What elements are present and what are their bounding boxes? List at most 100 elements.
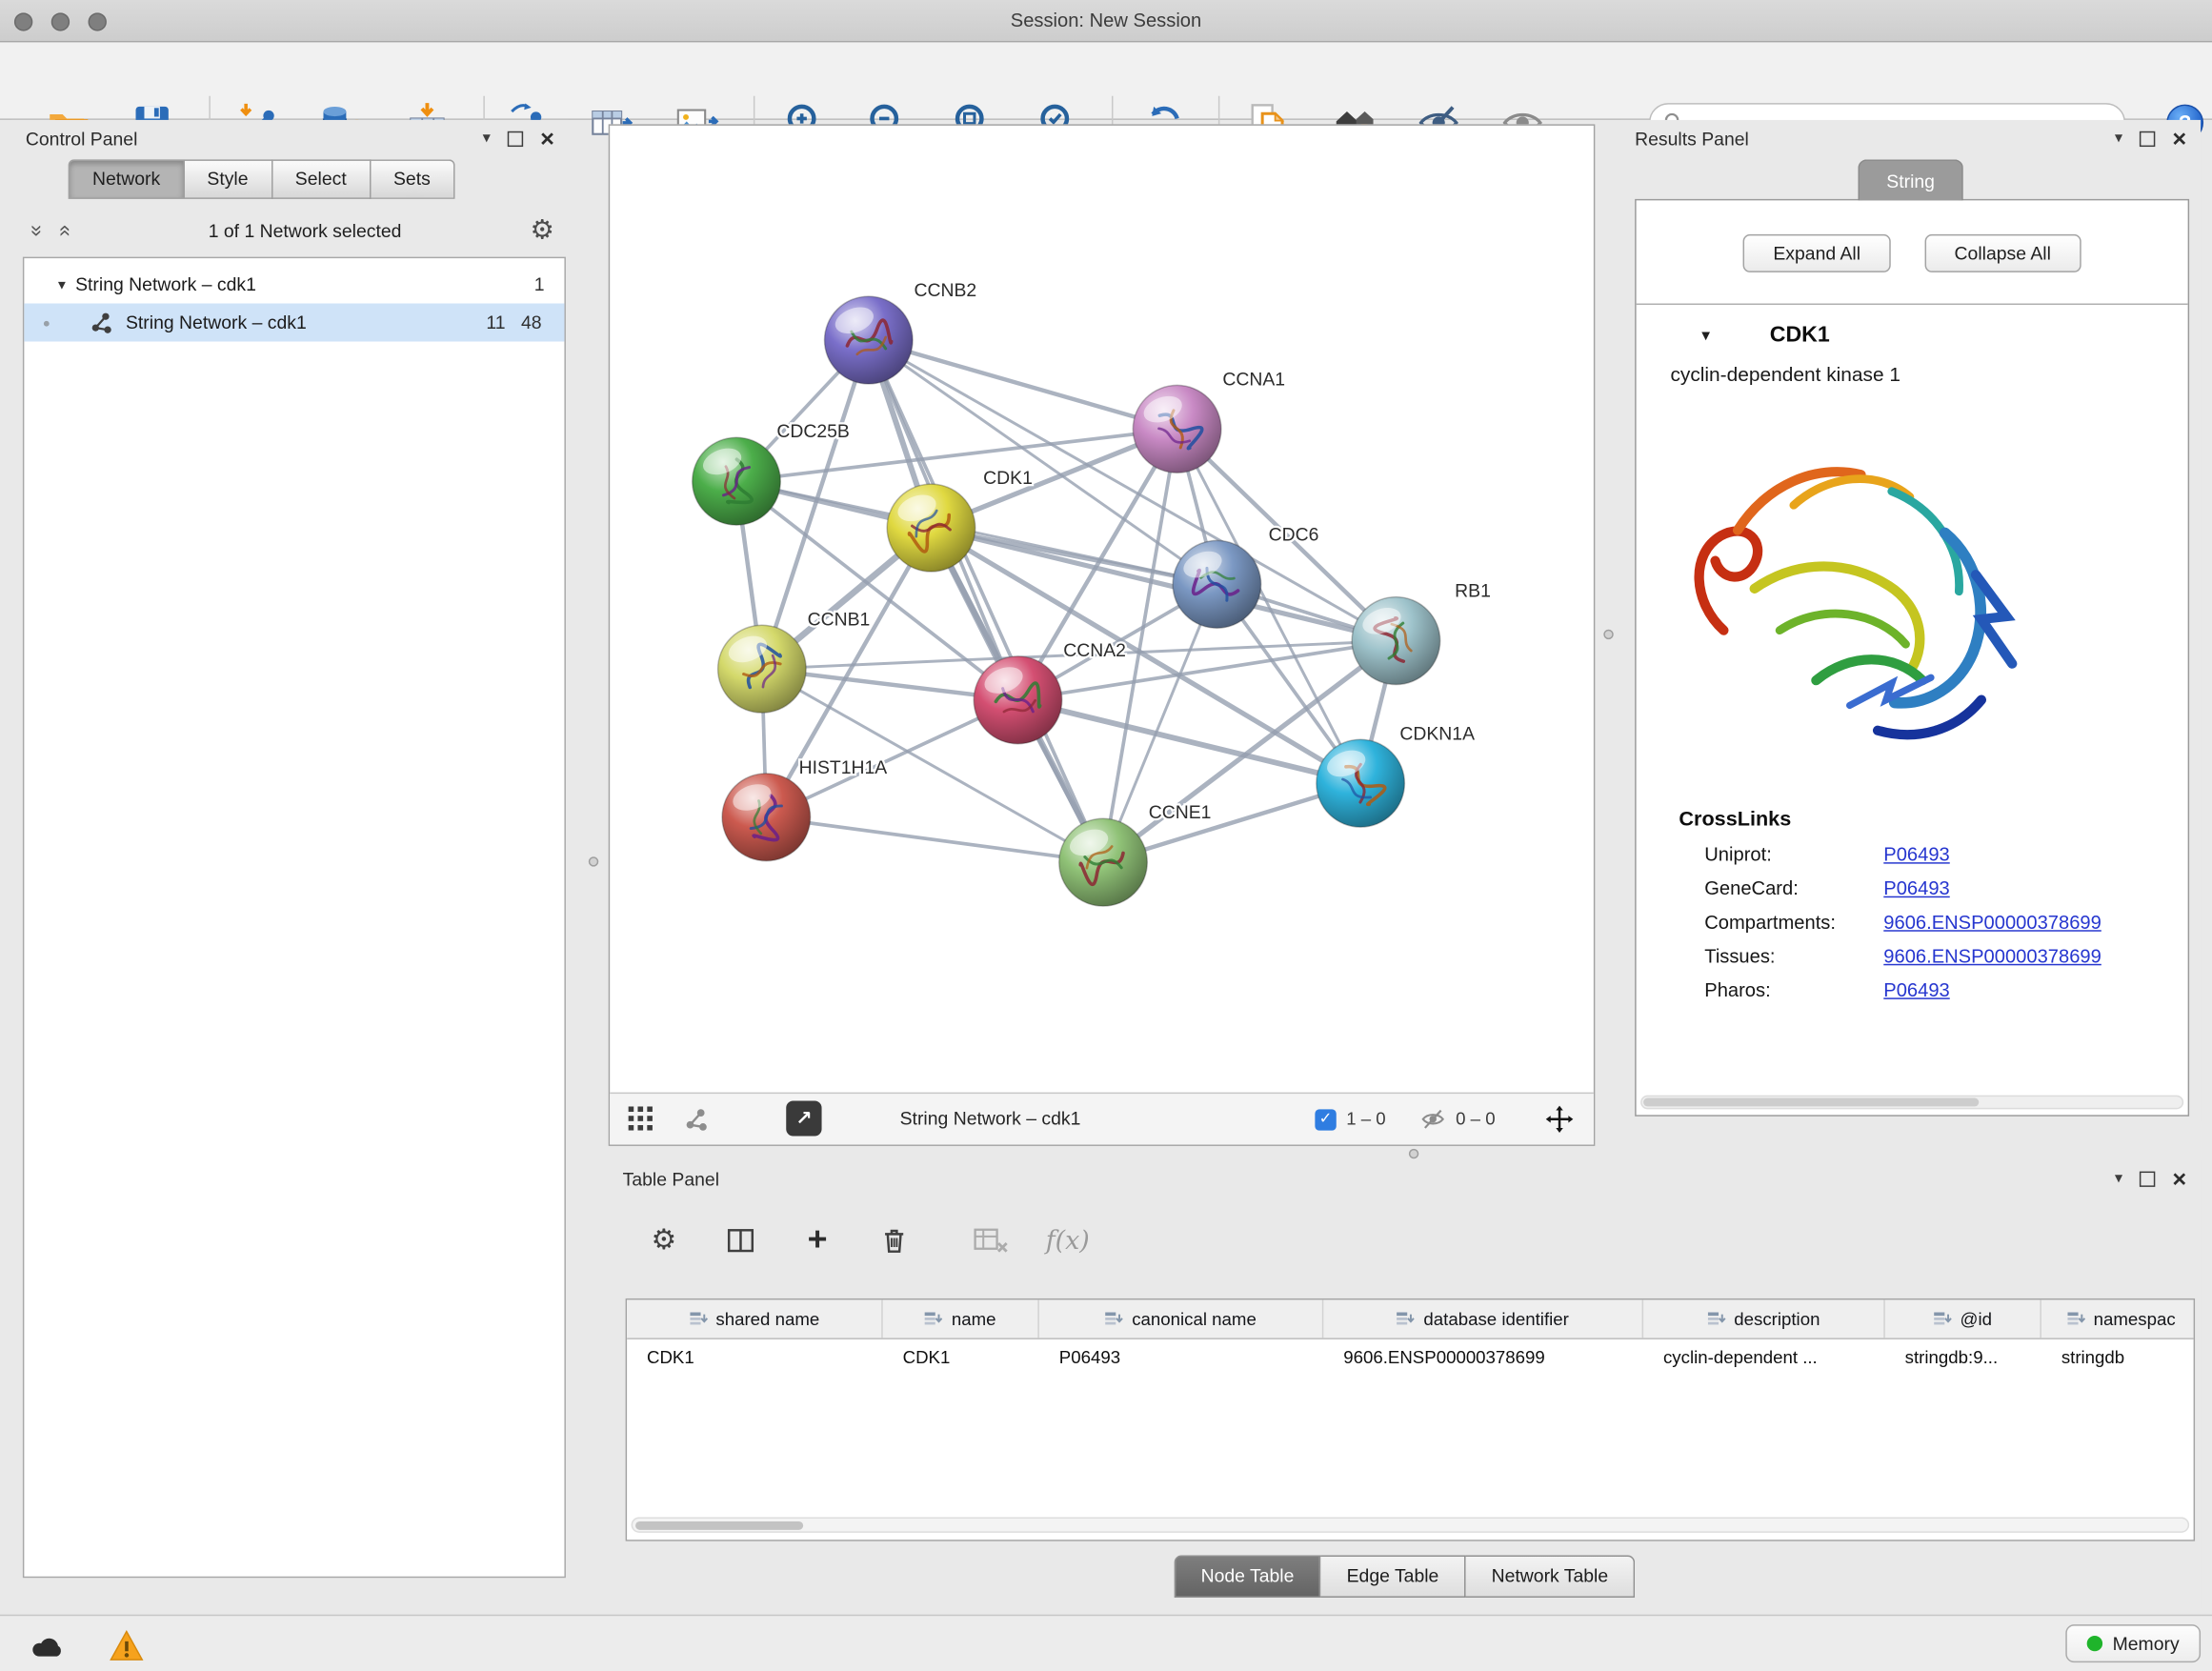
move-crosshair-icon[interactable]: [1545, 1105, 1574, 1134]
selected-checkbox-icon[interactable]: ✓: [1315, 1109, 1336, 1130]
network-node-cdkn1a[interactable]: CDKN1A: [1317, 724, 1475, 827]
warnings-button[interactable]: [105, 1627, 148, 1664]
splitter-handle[interactable]: [589, 856, 598, 866]
create-column-button[interactable]: +: [799, 1222, 836, 1259]
table-toolbar: ⚙ +: [609, 1199, 2201, 1281]
network-node-cdk1[interactable]: CDK1: [887, 469, 1033, 572]
column-header-namespac[interactable]: namespac: [2041, 1299, 2195, 1338]
crosslink-value-link[interactable]: P06493: [1883, 877, 1949, 898]
network-collection-row[interactable]: ▼ String Network – cdk1 1: [24, 266, 564, 304]
section-expander-icon: ▼: [1699, 328, 1713, 343]
function-builder-button[interactable]: f(x): [1049, 1222, 1086, 1259]
panel-float-icon[interactable]: [2140, 1171, 2155, 1186]
column-header-description[interactable]: description: [1643, 1299, 1885, 1338]
column-header-database-identifier[interactable]: database identifier: [1323, 1299, 1643, 1338]
network-node-ccnb1[interactable]: CCNB1: [718, 610, 871, 713]
results-horizontal-scrollbar[interactable]: [1640, 1096, 2183, 1110]
tab-network-table[interactable]: Network Table: [1466, 1556, 1636, 1598]
panel-menu-icon[interactable]: ▾: [2115, 1171, 2122, 1186]
string-app-icon: [90, 311, 114, 334]
grid-icon[interactable]: [629, 1106, 653, 1130]
table-horizontal-scrollbar[interactable]: [632, 1518, 2190, 1533]
network-row-selected[interactable]: ● String Network – cdk1 11 48: [24, 304, 564, 342]
splitter-handle[interactable]: [1603, 630, 1613, 639]
scrollbar-thumb[interactable]: [635, 1520, 803, 1529]
table-options-gear-icon[interactable]: ⚙: [645, 1222, 682, 1259]
show-columns-button[interactable]: [722, 1222, 759, 1259]
network-node-hist1h1a[interactable]: HIST1H1A: [722, 758, 887, 861]
crosslink-value-link[interactable]: P06493: [1883, 844, 1949, 865]
panel-float-icon[interactable]: [2140, 131, 2155, 146]
network-edges: [736, 340, 1396, 862]
crosslink-label: Tissues:: [1704, 946, 1883, 967]
results-panel: Results Panel ▾ × String Expand All Coll…: [1620, 120, 2201, 1122]
panel-menu-icon[interactable]: ▾: [483, 131, 491, 146]
gene-section-header[interactable]: ▼ CDK1: [1637, 305, 2188, 352]
column-sort-icon: [1105, 1310, 1123, 1328]
panel-close-icon[interactable]: ×: [2172, 1166, 2186, 1190]
network-node-ccna1[interactable]: CCNA1: [1133, 370, 1285, 473]
scrollbar-thumb[interactable]: [1643, 1098, 1979, 1107]
column-header-label: description: [1734, 1309, 1820, 1329]
gene-section: ▼ CDK1 cyclin-dependent kinase 1: [1637, 304, 2188, 1001]
tab-select[interactable]: Select: [272, 159, 371, 198]
table-cell: CDK1: [883, 1348, 1039, 1368]
tab-node-table[interactable]: Node Table: [1174, 1556, 1321, 1598]
title-bar: Session: New Session: [0, 0, 2212, 42]
column-header-label: database identifier: [1423, 1309, 1568, 1329]
tab-network[interactable]: Network: [69, 159, 185, 198]
collapse-all-tree-icon[interactable]: «: [54, 216, 75, 245]
column-header-label: namespac: [2094, 1309, 2176, 1329]
tab-sets[interactable]: Sets: [371, 159, 454, 198]
memory-button[interactable]: Memory: [2065, 1624, 2201, 1662]
expand-all-button[interactable]: Expand All: [1743, 234, 1890, 272]
expand-all-tree-icon[interactable]: »: [27, 216, 48, 245]
crosslink-label: Compartments:: [1704, 912, 1883, 933]
column-header-shared-name[interactable]: shared name: [627, 1299, 883, 1338]
columns-icon: [724, 1225, 758, 1257]
table-header-row: shared namenamecanonical name database id…: [627, 1299, 2194, 1339]
cloud-button[interactable]: [26, 1627, 69, 1664]
column-header-name[interactable]: name: [883, 1299, 1039, 1338]
table-cell: P06493: [1039, 1348, 1323, 1368]
selected-counter-text: 1 – 0: [1346, 1109, 1386, 1129]
network-node-rb1[interactable]: RB1: [1352, 582, 1491, 685]
tab-edge-table[interactable]: Edge Table: [1321, 1556, 1466, 1598]
birdseye-share-icon[interactable]: [684, 1106, 710, 1132]
trash-icon: [878, 1223, 910, 1258]
network-selection-summary: 1 of 1 Network selected: [80, 219, 531, 240]
table-row[interactable]: CDK1CDK1P064939606.ENSP00000378699cyclin…: [627, 1339, 2194, 1377]
network-node-cdc6[interactable]: CDC6: [1173, 525, 1318, 628]
node-label: CDC25B: [776, 422, 849, 442]
panel-close-icon[interactable]: ×: [540, 127, 554, 151]
column-sort-icon: [925, 1310, 943, 1328]
table-cell: cyclin-dependent ...: [1643, 1348, 1885, 1368]
crosslink-row-tissues: Tissues:9606.ENSP00000378699: [1637, 946, 2188, 967]
crosslink-value-link[interactable]: 9606.ENSP00000378699: [1883, 912, 2101, 933]
network-node-ccnb2[interactable]: CCNB2: [825, 281, 977, 384]
node-label: CDK1: [983, 469, 1033, 489]
column-sort-icon: [1397, 1310, 1415, 1328]
network-view-toolbar: ↗ String Network – cdk1 ✓ 1 – 0 0 – 0: [610, 1093, 1594, 1145]
column-header-id[interactable]: @id: [1885, 1299, 2041, 1338]
crosslinks-heading: CrossLinks: [1637, 809, 2188, 832]
splitter-handle[interactable]: [1409, 1149, 1418, 1158]
node-label: CCNE1: [1149, 803, 1212, 823]
crosslink-value-link[interactable]: 9606.ENSP00000378699: [1883, 946, 2101, 967]
delete-table-button[interactable]: [973, 1222, 1010, 1259]
tree-expander-icon[interactable]: ▼: [55, 277, 75, 292]
control-panel: Control Panel ▾ × NetworkStyleSelectSets…: [11, 120, 569, 1580]
network-canvas[interactable]: CCNB2CCNA1CDC25BCDK1CDC6RB1CCNB1CCNA2CDK…: [610, 126, 1594, 1094]
open-network-in-window-button[interactable]: ↗: [786, 1101, 821, 1137]
column-header-canonical-name[interactable]: canonical name: [1039, 1299, 1323, 1338]
tab-string[interactable]: String: [1858, 159, 1962, 200]
panel-float-icon[interactable]: [508, 131, 523, 146]
collapse-all-button[interactable]: Collapse All: [1924, 234, 2081, 272]
network-options-gear-icon[interactable]: ⚙: [531, 216, 554, 243]
crosslink-value-link[interactable]: P06493: [1883, 979, 1949, 1000]
panel-menu-icon[interactable]: ▾: [2115, 131, 2122, 146]
panel-close-icon[interactable]: ×: [2172, 127, 2186, 151]
results-panel-header: Results Panel ▾ ×: [1620, 120, 2201, 157]
tab-style[interactable]: Style: [185, 159, 272, 198]
delete-column-button[interactable]: [875, 1222, 913, 1259]
